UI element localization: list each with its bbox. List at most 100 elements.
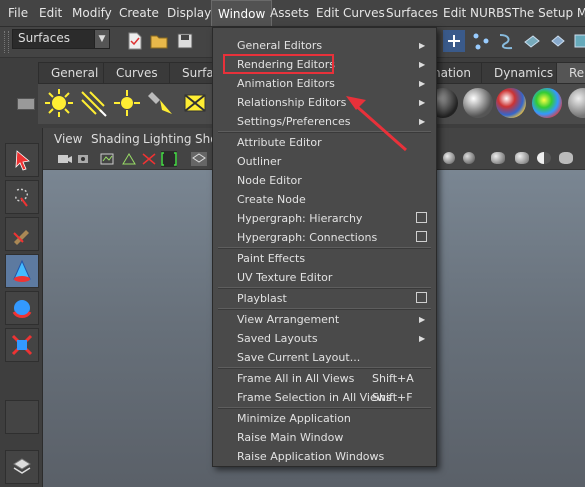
option-box-icon[interactable] — [416, 292, 427, 303]
select-tool-icon[interactable] — [5, 143, 39, 177]
lasso-tool-icon[interactable] — [5, 180, 39, 214]
shader-sphere-3-icon[interactable] — [496, 88, 526, 118]
menu-item-label: Create Node — [237, 193, 306, 206]
option-box-icon[interactable] — [416, 231, 427, 242]
menu-item-frame-selection[interactable]: Frame Selection in All Views Shift+F — [213, 388, 436, 407]
menu-item-create-node[interactable]: Create Node — [213, 190, 436, 209]
scale-tool-icon[interactable] — [5, 328, 39, 362]
highlight-box — [223, 54, 334, 74]
ambient-light-icon[interactable] — [42, 86, 76, 120]
camera-attributes-icon[interactable] — [77, 152, 93, 166]
lighting-icon[interactable] — [515, 152, 529, 164]
submenu-arrow-icon: ▶ — [419, 117, 426, 126]
menu-item-hypergraph-hierarchy[interactable]: Hypergraph: Hierarchy — [213, 209, 436, 228]
submenu-arrow-icon: ▶ — [419, 315, 426, 324]
menu-item-saved-layouts[interactable]: Saved Layouts ▶ — [213, 329, 436, 348]
option-box-icon[interactable] — [416, 212, 427, 223]
menu-the-setup-machine[interactable]: The Setup Mac — [506, 0, 585, 26]
menu-file[interactable]: File — [2, 0, 34, 26]
open-scene-icon[interactable] — [148, 30, 170, 52]
menu-item-hypergraph-connections[interactable]: Hypergraph: Connections — [213, 228, 436, 247]
menu-item-view-arrangement[interactable]: View Arrangement ▶ — [213, 310, 436, 329]
textured-icon[interactable] — [491, 152, 505, 164]
menu-item-label: Node Editor — [237, 174, 302, 187]
directional-light-icon[interactable] — [76, 86, 110, 120]
paint-select-tool-icon[interactable] — [5, 217, 39, 251]
menu-item-label: Raise Application Windows — [237, 450, 385, 463]
menu-item-paint-effects[interactable]: Paint Effects — [213, 249, 436, 268]
panel-menu-shading[interactable]: Shading — [91, 128, 140, 150]
menu-edit[interactable]: Edit — [33, 0, 68, 26]
new-scene-icon[interactable] — [124, 30, 146, 52]
menuset-label: Surfaces — [18, 31, 70, 45]
shader-sphere-5-icon[interactable] — [568, 88, 585, 118]
smooth-shade-icon[interactable] — [443, 152, 455, 164]
tab-rendering[interactable]: Re — [556, 62, 585, 84]
image-plane-icon[interactable] — [121, 152, 137, 166]
menu-item-label: Saved Layouts — [237, 332, 318, 345]
shelf-menu-icon[interactable] — [17, 98, 35, 110]
submenu-arrow-icon: ▶ — [419, 41, 426, 50]
flat-shade-icon[interactable] — [463, 152, 475, 164]
grip-handle[interactable] — [4, 31, 9, 53]
menu-create[interactable]: Create — [113, 0, 165, 26]
curve-cv-icon[interactable] — [470, 30, 492, 52]
menu-item-outliner[interactable]: Outliner — [213, 152, 436, 171]
resolution-gate-icon[interactable] — [161, 151, 177, 167]
surface-snap-icon[interactable] — [521, 30, 543, 52]
camera-icon[interactable] — [57, 152, 73, 166]
plus-icon[interactable] — [443, 30, 465, 52]
area-light-icon[interactable] — [178, 86, 212, 120]
shader-sphere-4-icon[interactable] — [532, 88, 562, 118]
curve-snap-icon[interactable] — [495, 30, 517, 52]
menu-item-playblast[interactable]: Playblast — [213, 289, 436, 308]
empty-tool-slot[interactable] — [5, 400, 39, 434]
view-snap-icon[interactable] — [570, 30, 585, 52]
menu-item-label: UV Texture Editor — [237, 271, 333, 284]
chevron-down-icon: ▼ — [94, 30, 109, 48]
grid-toggle-icon[interactable] — [141, 152, 157, 166]
move-tool-icon[interactable] — [5, 254, 39, 288]
shadows-icon[interactable] — [537, 152, 551, 164]
menu-modify[interactable]: Modify — [66, 0, 118, 26]
menu-item-label: Raise Main Window — [237, 431, 344, 444]
menu-item-label: Hypergraph: Connections — [237, 231, 378, 244]
menu-item-node-editor[interactable]: Node Editor — [213, 171, 436, 190]
submenu-arrow-icon: ▶ — [419, 334, 426, 343]
toolbox — [0, 128, 43, 487]
panel-menu-lighting[interactable]: Lighting — [143, 128, 192, 150]
menu-surfaces[interactable]: Surfaces — [380, 0, 444, 26]
xray-icon[interactable] — [559, 152, 573, 164]
menu-item-label: Settings/Preferences — [237, 115, 351, 128]
tab-dynamics[interactable]: Dynamics — [481, 62, 567, 84]
grid-snap-icon[interactable] — [547, 30, 569, 52]
tab-curves[interactable]: Curves — [103, 62, 171, 84]
menu-item-frame-all[interactable]: Frame All in All Views Shift+A — [213, 369, 436, 388]
menu-item-label: Relationship Editors — [237, 96, 347, 109]
menu-item-label: View Arrangement — [237, 313, 340, 326]
menu-item-minimize-application[interactable]: Minimize Application — [213, 409, 436, 428]
save-scene-icon[interactable] — [174, 30, 196, 52]
menu-item-label: Playblast — [237, 292, 287, 305]
wireframe-icon[interactable] — [191, 152, 207, 166]
menu-item-label: Hypergraph: Hierarchy — [237, 212, 363, 225]
menu-edit-curves[interactable]: Edit Curves — [310, 0, 391, 26]
rotate-tool-icon[interactable] — [5, 291, 39, 325]
bookmark-icon[interactable] — [99, 152, 115, 166]
menu-item-general-editors[interactable]: General Editors ▶ — [213, 36, 436, 55]
panel-menu-view[interactable]: View — [54, 128, 82, 150]
submenu-arrow-icon: ▶ — [419, 98, 426, 107]
tab-general[interactable]: General — [38, 62, 112, 84]
menuset-dropdown[interactable]: Surfaces ▼ — [12, 29, 110, 49]
point-light-icon[interactable] — [110, 86, 144, 120]
shader-sphere-2-icon[interactable] — [463, 88, 493, 118]
menu-item-raise-application-windows[interactable]: Raise Application Windows — [213, 447, 436, 466]
menu-item-uv-texture-editor[interactable]: UV Texture Editor — [213, 268, 436, 287]
layout-icon[interactable] — [5, 450, 39, 484]
menu-item-save-current-layout[interactable]: Save Current Layout... — [213, 348, 436, 367]
menu-item-raise-main-window[interactable]: Raise Main Window — [213, 428, 436, 447]
menu-assets[interactable]: Assets — [264, 0, 315, 26]
submenu-arrow-icon: ▶ — [419, 60, 426, 69]
spot-light-icon[interactable] — [144, 86, 178, 120]
menu-display[interactable]: Display — [161, 0, 217, 26]
